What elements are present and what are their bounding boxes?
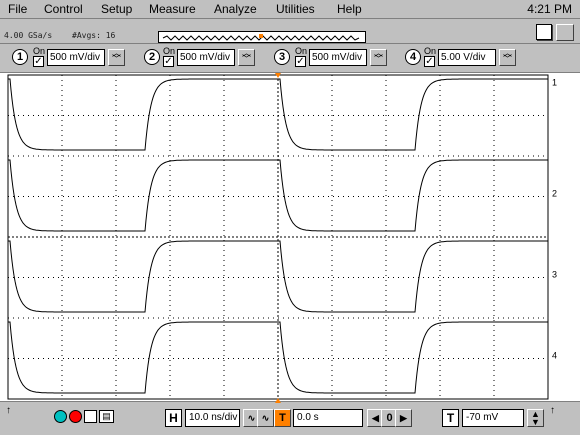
sample-rate: 4.00 GSa/s <box>4 31 53 40</box>
channel-1-scale[interactable]: 500 mV/div <box>47 49 105 66</box>
record-overview[interactable] <box>158 31 366 43</box>
menu-utilities[interactable]: Utilities <box>276 2 315 16</box>
channel-2-on-label: On <box>163 46 176 56</box>
channel-4-checkbox[interactable]: ✓ <box>424 56 435 67</box>
channel-1-marker: 1 <box>552 78 557 88</box>
trigger-label[interactable]: T <box>442 409 459 427</box>
channel-1-checkbox[interactable]: ✓ <box>33 56 44 67</box>
channel-1-on-label: On <box>33 46 46 56</box>
menu-setup[interactable]: Setup <box>101 2 132 16</box>
channel-4-spinner[interactable]: ︿ ﹀ <box>499 49 516 66</box>
menu-bar: File Control Setup Measure Analyze Utili… <box>0 0 580 19</box>
right-scroll-marker: ↑ <box>550 405 555 416</box>
channel-3-badge[interactable]: 3 <box>274 49 290 65</box>
averages-count: #Avgs: 16 <box>72 31 116 40</box>
channel-2-checkbox[interactable]: ✓ <box>163 56 174 67</box>
channel-4-marker: 4 <box>552 351 557 361</box>
channel-2-scale[interactable]: 500 mV/div <box>177 49 235 66</box>
channel-3-checkbox[interactable]: ✓ <box>295 56 306 67</box>
waveform-memory-box[interactable] <box>536 24 552 40</box>
print-icon[interactable]: ▤ <box>99 410 114 423</box>
clock: 4:21 PM <box>527 2 572 16</box>
single-icon[interactable] <box>84 410 97 423</box>
position-right-button[interactable]: ▶ <box>395 409 412 427</box>
trigger-position-label[interactable]: T <box>274 409 291 427</box>
channel-2-marker: 2 <box>552 189 557 199</box>
menu-measure[interactable]: Measure <box>149 2 196 16</box>
trigger-level-field[interactable]: -70 mV <box>462 409 524 427</box>
channel-3-marker: 3 <box>552 270 557 280</box>
menu-control[interactable]: Control <box>44 2 83 16</box>
channel-bar: 1 On ✓ 500 mV/div ︿ ﹀ 2 On ✓ 500 mV/div ︿… <box>0 45 580 71</box>
stop-icon[interactable] <box>69 410 82 423</box>
channel-1-badge[interactable]: 1 <box>12 49 28 65</box>
channel-3-spinner[interactable]: ︿ ﹀ <box>370 49 387 66</box>
channel-2-spinner[interactable]: ︿ ﹀ <box>238 49 255 66</box>
trigger-level-spinner[interactable]: ▲ ▼ <box>527 409 544 427</box>
menu-analyze[interactable]: Analyze <box>214 2 257 16</box>
timebase-increase-button[interactable]: ∿ <box>257 409 274 427</box>
menu-file[interactable]: File <box>8 2 27 16</box>
position-field[interactable]: 0.0 s <box>293 409 363 427</box>
left-scroll-marker: ↑ <box>6 405 11 416</box>
channel-4-scale[interactable]: 5.00 V/div <box>438 49 496 66</box>
horizontal-label[interactable]: H <box>165 409 182 427</box>
channel-markers: 1 2 3 4 <box>275 73 557 403</box>
waveform-svg: 1 2 3 4 <box>7 73 557 403</box>
control-bar: ↑ ▤ H 10.0 ns/div ∿ ∿ T 0.0 s ◀ 0 ▶ T -7… <box>0 403 580 435</box>
channel-4-badge[interactable]: 4 <box>405 49 421 65</box>
waveform-display[interactable]: 1 2 3 4 <box>0 72 580 403</box>
run-icon[interactable] <box>54 410 67 423</box>
channel-1-spinner[interactable]: ︿ ﹀ <box>108 49 125 66</box>
menu-help[interactable]: Help <box>337 2 362 16</box>
channel-3-on-label: On <box>295 46 308 56</box>
record-trigger-marker <box>259 34 263 38</box>
record-waveform <box>162 34 360 41</box>
channel-3-scale[interactable]: 500 mV/div <box>309 49 367 66</box>
channel-4-on-label: On <box>424 46 437 56</box>
timebase-field[interactable]: 10.0 ns/div <box>185 409 240 427</box>
window-toggle-button[interactable] <box>556 24 574 41</box>
channel-2-badge[interactable]: 2 <box>144 49 160 65</box>
graticule <box>7 74 549 400</box>
